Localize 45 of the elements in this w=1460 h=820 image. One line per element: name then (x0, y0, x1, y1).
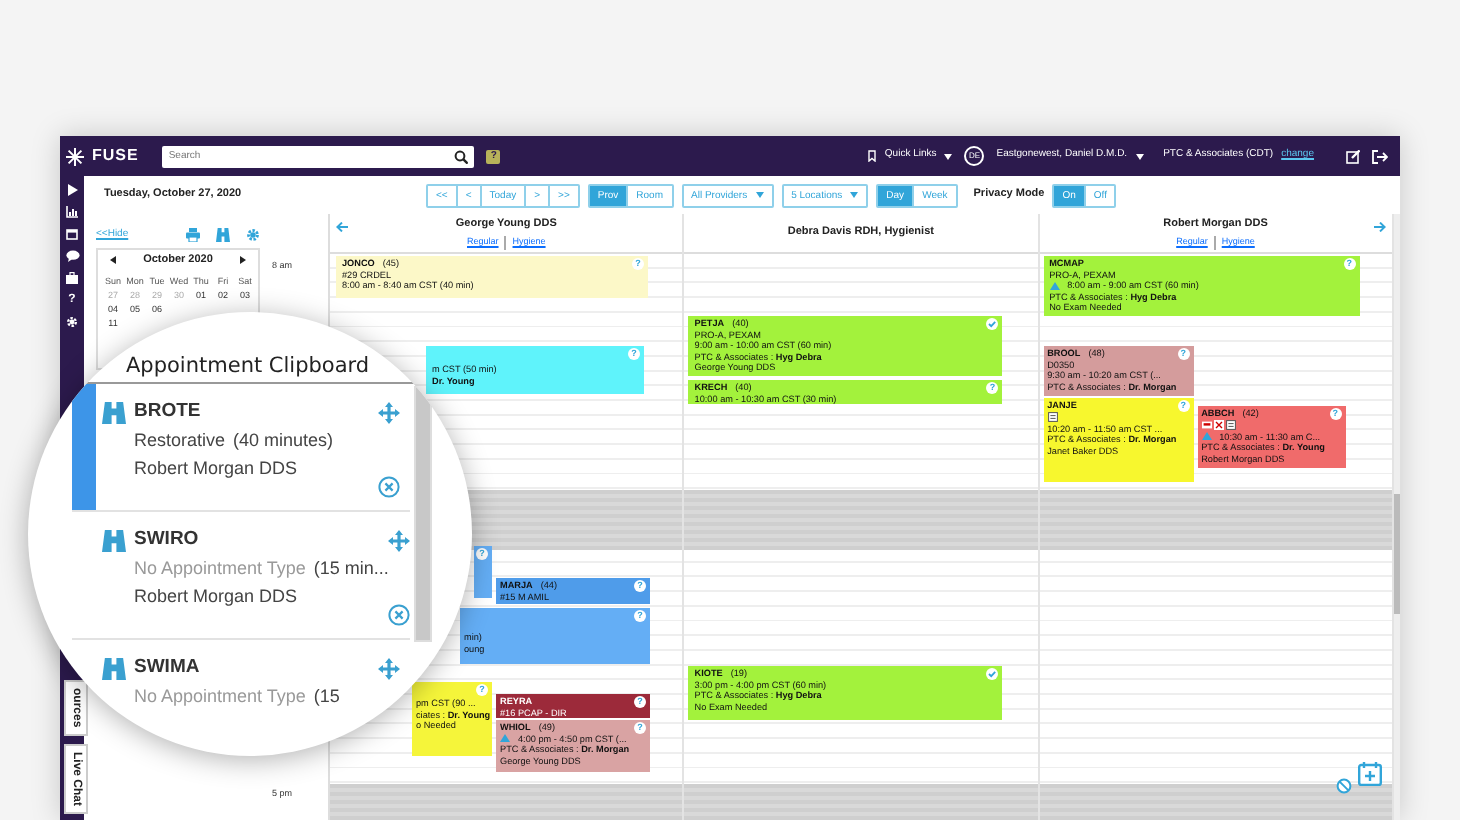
appointment-type: No Appointment Type (134, 556, 306, 582)
chat-icon[interactable] (65, 250, 79, 262)
appointment-type: Restorative (134, 428, 226, 454)
arrow-left-icon[interactable] (336, 222, 348, 232)
asterisk-logo-icon (66, 147, 84, 165)
caret-icon (850, 192, 859, 198)
move-arrows-icon[interactable] (378, 402, 400, 424)
appointment-duration: (15 (313, 684, 340, 710)
caret-icon (944, 153, 953, 159)
binoculars-icon (102, 402, 126, 424)
bookmark-icon (868, 150, 877, 162)
edit-icon[interactable] (1346, 149, 1360, 163)
scrollbar[interactable] (414, 386, 432, 642)
binoculars-icon (102, 530, 126, 552)
close-circle-icon[interactable] (378, 476, 400, 498)
binoculars-icon (102, 658, 126, 680)
move-arrows-icon[interactable] (378, 658, 400, 680)
clipboard-item[interactable]: BROTE Restorative (40 minutes) Robert Morgan DDS (72, 384, 410, 512)
provider-name: Robert Morgan DDS (134, 584, 300, 610)
caret-icon (1135, 153, 1144, 159)
calendar-plus-icon[interactable] (1357, 762, 1382, 786)
patient-code: BROTE (134, 398, 203, 426)
calendar-icon[interactable] (66, 228, 78, 240)
search-icon[interactable] (454, 149, 469, 163)
binoculars-icon[interactable] (216, 228, 230, 243)
provider-name: Robert Morgan DDS (134, 456, 300, 482)
appointment-duration: (40 minutes) (233, 428, 334, 454)
clipboard-item[interactable]: SWIRO No Appointment Type (15 min... Robert Morgan DDS (72, 512, 410, 640)
play-icon[interactable] (67, 184, 77, 196)
patient-code: SWIMA (134, 654, 202, 682)
printer-icon[interactable] (186, 228, 200, 243)
close-circle-icon[interactable] (388, 604, 411, 626)
logo-text: FUSE (92, 144, 139, 168)
chart-icon[interactable] (66, 206, 78, 218)
appointment-type: No Appointment Type (134, 684, 306, 710)
caret-left-icon[interactable] (110, 255, 116, 264)
caret-icon (755, 192, 764, 198)
appointment-duration: (15 min... (313, 556, 389, 582)
briefcase-icon[interactable] (66, 272, 78, 284)
ban-icon[interactable] (1335, 778, 1352, 794)
move-arrows-icon[interactable] (388, 530, 411, 552)
patient-code: SWIRO (134, 526, 201, 554)
logout-icon[interactable] (1372, 149, 1388, 163)
caret-right-icon[interactable] (239, 255, 246, 264)
arrow-right-icon[interactable] (1373, 222, 1386, 232)
